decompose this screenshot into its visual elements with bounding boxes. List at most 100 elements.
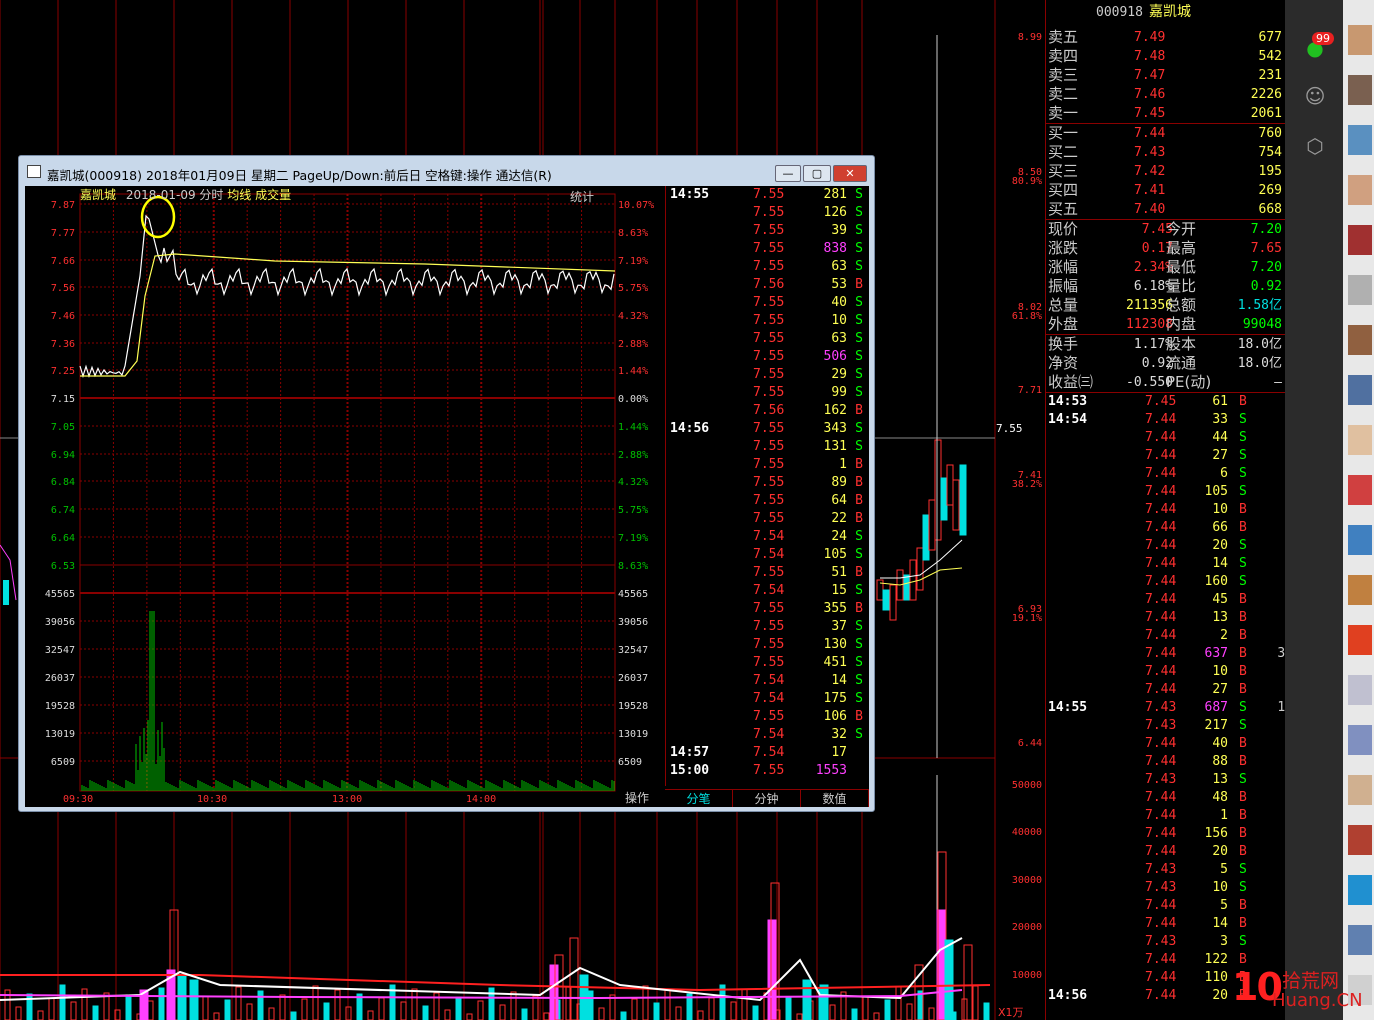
trade-row[interactable]: 7.55 63 S — [666, 330, 869, 348]
contact-thumbnail[interactable] — [1348, 325, 1372, 355]
trade-row[interactable]: 7.56 162 B — [666, 402, 869, 420]
trade-row[interactable]: 14:57 7.54 17 — [666, 744, 869, 762]
trade-row[interactable]: 7.55 51 B — [666, 564, 869, 582]
trade-row[interactable]: 14:56 7.55 343 S — [666, 420, 869, 438]
tick-row[interactable]: 7.445B1 — [1046, 897, 1293, 915]
trade-row[interactable]: 7.55 130 S — [666, 636, 869, 654]
trade-row[interactable]: 7.54 14 S — [666, 672, 869, 690]
tick-row[interactable]: 14:547.4433S5 — [1046, 411, 1293, 429]
contact-thumbnail[interactable] — [1348, 525, 1372, 555]
trade-row[interactable]: 7.55 40 S — [666, 294, 869, 312]
trade-list[interactable]: 14:55 7.55 281 S 7.55 126 S 7.55 39 S 7.55 838 S 7.55… — [665, 186, 869, 786]
contact-thumbnail[interactable] — [1348, 625, 1372, 655]
tab-ticks[interactable]: 分笔 — [665, 790, 733, 807]
contact-thumbnail[interactable] — [1348, 775, 1372, 805]
tick-row[interactable]: 7.4466B6 — [1046, 519, 1293, 537]
tab-values[interactable]: 数值 — [801, 790, 869, 807]
trade-row[interactable]: 7.55 131 S — [666, 438, 869, 456]
tick-row[interactable]: 7.4410B4 — [1046, 501, 1293, 519]
trade-row[interactable]: 7.55 22 B — [666, 510, 869, 528]
trade-row[interactable]: 7.54 105 S — [666, 546, 869, 564]
trade-row[interactable]: 7.55 838 S — [666, 240, 869, 258]
trade-row[interactable]: 7.54 32 S — [666, 726, 869, 744]
contact-thumbnail[interactable] — [1348, 475, 1372, 505]
maximize-button[interactable]: ▢ — [803, 165, 831, 182]
tick-row[interactable]: 7.4488B3 — [1046, 753, 1293, 771]
window-titlebar[interactable]: 嘉凯城(000918) 2018年01月09日 星期二 PageUp/Down:… — [19, 156, 874, 186]
tick-row[interactable]: 7.44105S9 — [1046, 483, 1293, 501]
trade-row[interactable]: 7.55 39 S — [666, 222, 869, 240]
trade-row[interactable]: 7.55 451 S — [666, 654, 869, 672]
contact-thumbnail[interactable] — [1348, 25, 1372, 55]
trade-row[interactable]: 7.55 89 B — [666, 474, 869, 492]
tab-minute[interactable]: 分钟 — [733, 790, 801, 807]
contact-thumbnail[interactable] — [1348, 375, 1372, 405]
tick-row[interactable]: 7.43217S4 — [1046, 717, 1293, 735]
contact-icon[interactable]: ☺ — [1302, 84, 1328, 108]
intraday-popup-window[interactable]: 嘉凯城(000918) 2018年01月09日 星期二 PageUp/Down:… — [18, 155, 875, 812]
trade-row[interactable]: 7.56 53 B — [666, 276, 869, 294]
tick-row[interactable]: 7.4427S2 — [1046, 447, 1293, 465]
trade-row[interactable]: 7.54 24 S — [666, 528, 869, 546]
trade-row[interactable]: 7.55 37 S — [666, 618, 869, 636]
tick-row[interactable]: 7.4420S1 — [1046, 537, 1293, 555]
contact-thumbnail[interactable] — [1348, 125, 1372, 155]
tick-row[interactable]: 7.446S2 — [1046, 465, 1293, 483]
trade-row[interactable]: 7.55 64 B — [666, 492, 869, 510]
close-button[interactable]: ✕ — [833, 165, 867, 182]
tick-list[interactable]: 14:537.4561B614:547.4433S57.4444S67.4427… — [1046, 393, 1293, 1005]
cube-icon[interactable]: ⬡ — [1302, 134, 1328, 158]
contact-thumbnail[interactable] — [1348, 225, 1372, 255]
contact-thumbnail[interactable] — [1348, 175, 1372, 205]
trade-row[interactable]: 7.55 1 B — [666, 456, 869, 474]
intraday-chart[interactable]: 7.87 7.77 7.66 7.56 7.46 7.36 7.25 7.15 7.05 6.94… — [25, 186, 665, 807]
tick-row[interactable]: 7.4413B1 — [1046, 609, 1293, 627]
trade-row[interactable]: 7.55 506 S — [666, 348, 869, 366]
trade-row[interactable]: 7.55 10 S — [666, 312, 869, 330]
trade-row[interactable]: 7.55 126 S — [666, 204, 869, 222]
tick-row[interactable]: 7.4440B3 — [1046, 735, 1293, 753]
contact-thumbnail[interactable] — [1348, 825, 1372, 855]
tick-row[interactable]: 7.4310S1 — [1046, 879, 1293, 897]
tick-row[interactable]: 7.44156B6 — [1046, 825, 1293, 843]
minimize-button[interactable]: — — [775, 165, 801, 182]
trade-row[interactable]: 7.55 355 B — [666, 600, 869, 618]
trade-row[interactable]: 7.55 63 S — [666, 258, 869, 276]
tick-row[interactable]: 7.44160S5 — [1046, 573, 1293, 591]
trade-row[interactable]: 7.54 175 S — [666, 690, 869, 708]
contact-thumbnails[interactable] — [1343, 0, 1374, 1020]
contact-thumbnail[interactable] — [1348, 575, 1372, 605]
tick-row[interactable]: 7.433S2 — [1046, 933, 1293, 951]
tick-row[interactable]: 7.44637B31 — [1046, 645, 1293, 663]
tick-row[interactable]: 14:557.43687S14 — [1046, 699, 1293, 717]
trade-row[interactable]: 7.55 99 S — [666, 384, 869, 402]
tick-row[interactable]: 7.4414S2 — [1046, 555, 1293, 573]
stat-button[interactable]: 统计 — [570, 188, 594, 205]
trade-row[interactable]: 7.55 29 S — [666, 366, 869, 384]
tick-row[interactable]: 7.4410B1 — [1046, 663, 1293, 681]
contact-thumbnail[interactable] — [1348, 925, 1372, 955]
contact-thumbnail[interactable] — [1348, 675, 1372, 705]
tick-row[interactable]: 7.435S2 — [1046, 861, 1293, 879]
tick-row[interactable]: 7.442B1 — [1046, 627, 1293, 645]
tick-row[interactable]: 7.4448B3 — [1046, 789, 1293, 807]
contact-thumbnail[interactable] — [1348, 275, 1372, 305]
tick-row[interactable]: 7.4313S2 — [1046, 771, 1293, 789]
operate-button[interactable]: 操作 — [625, 789, 649, 806]
contact-thumbnail[interactable] — [1348, 875, 1372, 905]
tick-row[interactable]: 7.441B1 — [1046, 807, 1293, 825]
trade-row[interactable]: 15:00 7.55 1553 — [666, 762, 869, 780]
contact-thumbnail[interactable] — [1348, 75, 1372, 105]
trade-row[interactable]: 7.55 106 B — [666, 708, 869, 726]
trade-row[interactable]: 14:55 7.55 281 S — [666, 186, 869, 204]
tick-row[interactable]: 7.4427B2 — [1046, 681, 1293, 699]
tick-row[interactable]: 14:537.4561B6 — [1046, 393, 1293, 411]
trade-row[interactable]: 7.54 15 S — [666, 582, 869, 600]
contact-thumbnail[interactable] — [1348, 425, 1372, 455]
contact-thumbnail[interactable] — [1348, 725, 1372, 755]
tick-side: B — [1239, 736, 1247, 751]
tick-row[interactable]: 7.4444S6 — [1046, 429, 1293, 447]
tick-row[interactable]: 7.4420B3 — [1046, 843, 1293, 861]
tick-row[interactable]: 7.4414B3 — [1046, 915, 1293, 933]
tick-row[interactable]: 7.4445B2 — [1046, 591, 1293, 609]
